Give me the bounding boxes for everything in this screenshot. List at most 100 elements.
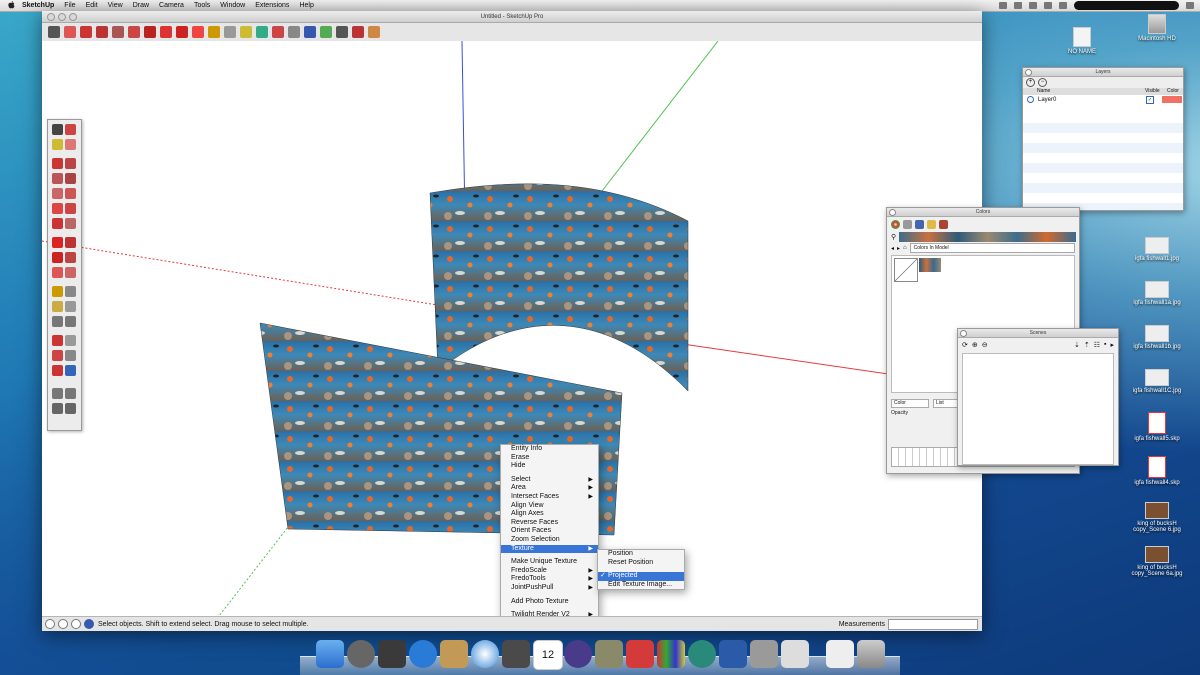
curved-fish-wall[interactable]	[429, 183, 689, 392]
zoom-icon[interactable]	[288, 26, 300, 38]
orbit-icon[interactable]	[256, 26, 268, 38]
help-icon[interactable]	[84, 619, 94, 629]
ctx-align-view[interactable]: Align View	[501, 502, 598, 511]
palette-rotated-rectangle-icon[interactable]	[65, 173, 76, 184]
close-panel-button[interactable]	[1025, 69, 1032, 76]
utility-icon[interactable]	[781, 640, 809, 668]
palette-component-icon[interactable]	[65, 124, 76, 135]
palette-move-icon[interactable]	[52, 237, 63, 248]
pencil-icon[interactable]	[80, 26, 92, 38]
menu-file[interactable]: File	[64, 2, 75, 9]
menu-edit[interactable]: Edit	[86, 2, 98, 9]
add-scene-icon[interactable]: ⊕	[972, 341, 978, 349]
palette-polygon-icon[interactable]	[65, 188, 76, 199]
pan-icon[interactable]	[272, 26, 284, 38]
minimize-window-button[interactable]	[58, 13, 66, 21]
rectangle-icon[interactable]	[112, 26, 124, 38]
magnifier-icon[interactable]: ⚲	[891, 233, 896, 241]
app-menu[interactable]: SketchUp	[22, 2, 54, 9]
palette-circle-icon[interactable]	[52, 188, 63, 199]
ctx-zoom-selection[interactable]: Zoom Selection	[501, 536, 598, 545]
iphoto-icon[interactable]	[502, 640, 530, 668]
sub-projected[interactable]: ✓ Projected	[598, 572, 684, 581]
finder-icon[interactable]	[316, 640, 344, 668]
push-pull-icon[interactable]	[128, 26, 140, 38]
zoom-window-button[interactable]	[69, 13, 77, 21]
color-select[interactable]: Color	[891, 399, 929, 408]
move-up-icon[interactable]: ⇡	[1084, 341, 1090, 349]
expand-icon[interactable]: ▸	[1110, 341, 1114, 349]
desktop-icon-fishwall1b[interactable]: igfa fishwall1b.jpg	[1122, 325, 1192, 350]
menu-extensions[interactable]: Extensions	[255, 2, 289, 9]
sub-reset-position[interactable]: Reset Position	[598, 559, 684, 568]
forward-icon[interactable]: ▸	[897, 245, 900, 252]
add-layer-icon[interactable]: +	[1026, 78, 1035, 87]
gimp-icon[interactable]	[595, 640, 623, 668]
palette-axes-icon[interactable]	[52, 316, 63, 327]
close-panel-button[interactable]	[889, 209, 896, 216]
sketchup-dock-icon[interactable]	[626, 640, 654, 668]
ctx-fredoscale[interactable]: FredoScale ▶	[501, 567, 598, 576]
menu-tools[interactable]: Tools	[194, 2, 210, 9]
move-icon[interactable]	[160, 26, 172, 38]
palette-eraser-icon[interactable]	[65, 139, 76, 150]
desktop-icon-king-scene6a[interactable]: king of bucksH copy_Scene 6a.jpg	[1122, 546, 1192, 577]
home-icon[interactable]: ⌂	[903, 245, 907, 251]
wifi-icon[interactable]	[1029, 2, 1037, 9]
color-sliders-icon[interactable]	[903, 219, 912, 229]
palette-zoom-icon[interactable]	[52, 350, 63, 361]
measurements-input[interactable]	[888, 619, 978, 630]
get-models-icon[interactable]	[320, 26, 332, 38]
desktop-icon-fishwall1a[interactable]: igfa fishwall1a.jpg	[1122, 281, 1192, 306]
select-tool-icon[interactable]	[48, 26, 60, 38]
geo-location-icon[interactable]	[45, 619, 55, 629]
screenshot-icon[interactable]	[564, 640, 592, 668]
battery-icon[interactable]	[1059, 2, 1067, 9]
close-window-button[interactable]	[47, 13, 55, 21]
desktop-icon-fishwall1c[interactable]: igfa fishwall1C.jpg	[1122, 369, 1192, 394]
palette-freehand-icon[interactable]	[65, 158, 76, 169]
extension-warehouse-icon[interactable]	[352, 26, 364, 38]
rotate-icon[interactable]	[176, 26, 188, 38]
palette-zoom-extents-icon[interactable]	[52, 365, 63, 376]
default-material-swatch[interactable]	[894, 258, 918, 282]
mission-control-icon[interactable]	[378, 640, 406, 668]
palette-rectangle-icon[interactable]	[52, 173, 63, 184]
ctx-hide[interactable]: Hide	[501, 462, 598, 471]
share-model-icon[interactable]	[336, 26, 348, 38]
palette-3pt-arc-icon[interactable]	[52, 218, 63, 229]
paint-bucket-icon[interactable]	[240, 26, 252, 38]
volume-icon[interactable]	[1044, 2, 1052, 9]
palette-follow-me-icon[interactable]	[65, 252, 76, 263]
palette-push-pull-icon[interactable]	[65, 237, 76, 248]
palette-orbit-icon[interactable]	[52, 335, 63, 346]
delete-layer-icon[interactable]: −	[1038, 78, 1047, 87]
ctx-reverse-faces[interactable]: Reverse Faces	[501, 519, 598, 528]
palette-section-plane-icon[interactable]	[65, 403, 76, 414]
notification-icon[interactable]	[999, 2, 1007, 9]
fish-material-swatch[interactable]	[919, 258, 941, 272]
palette-zoom-window-icon[interactable]	[65, 350, 76, 361]
apple-menu-icon[interactable]	[6, 0, 16, 11]
ctx-select[interactable]: Select ▶	[501, 476, 598, 485]
crayons-app-icon[interactable]	[657, 640, 685, 668]
ctx-texture[interactable]: Texture ▶	[501, 544, 598, 554]
palette-line-icon[interactable]	[52, 158, 63, 169]
contacts-icon[interactable]	[440, 640, 468, 668]
user-icon[interactable]	[71, 619, 81, 629]
ctx-fredotools[interactable]: FredoTools ▶	[501, 575, 598, 584]
palette-2pt-arc-icon[interactable]	[65, 218, 76, 229]
bluetooth-icon[interactable]	[1014, 2, 1022, 9]
view-options-icon[interactable]: ☷	[1094, 341, 1100, 349]
color-wheel-icon[interactable]	[891, 219, 900, 229]
launchpad-icon[interactable]	[347, 640, 375, 668]
palette-3d-text-icon[interactable]	[65, 316, 76, 327]
image-palettes-icon[interactable]	[927, 219, 936, 229]
desktop-icon-fishwall1[interactable]: igfa fishwall1.jpg	[1122, 237, 1192, 262]
desktop-icon-no-name[interactable]: NO NAME	[1047, 27, 1117, 55]
desktop-icon-fishwall4-skp[interactable]: igfa fishwall4.skp	[1122, 456, 1192, 486]
palette-scale-icon[interactable]	[52, 267, 63, 278]
palette-walk-icon[interactable]	[65, 388, 76, 399]
scale-icon[interactable]	[192, 26, 204, 38]
calendar-icon[interactable]: 12	[533, 640, 563, 670]
